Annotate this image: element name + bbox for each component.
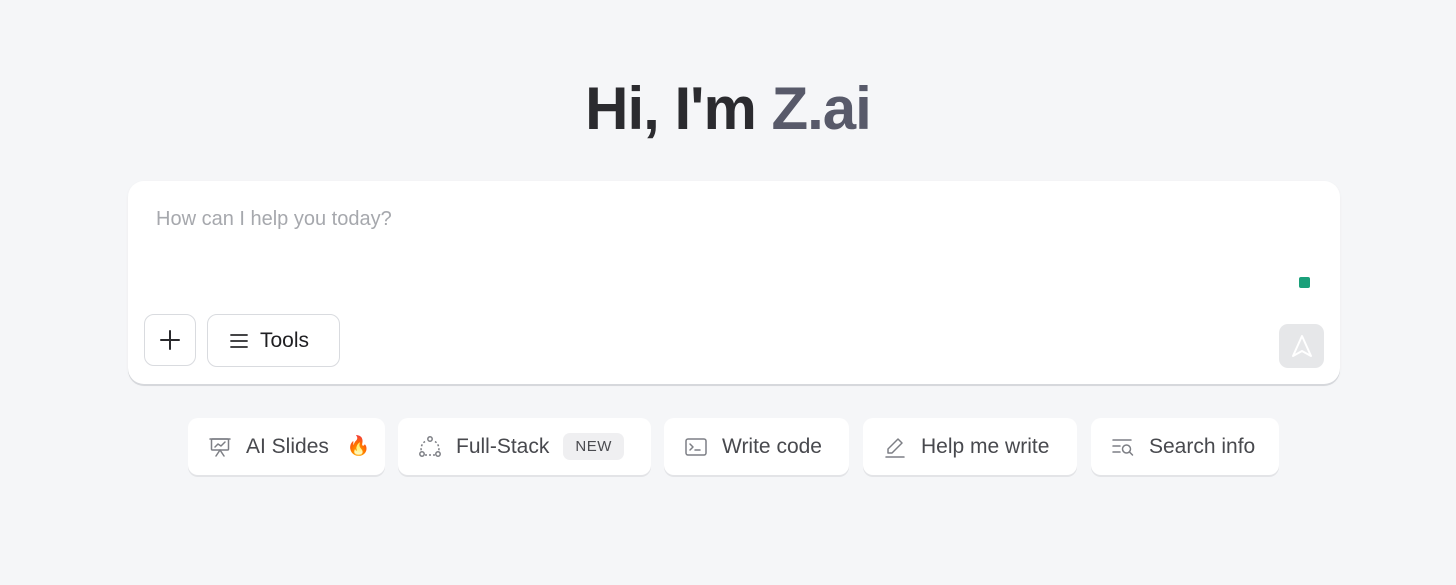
chip-ai-slides[interactable]: AI Slides 🔥 — [188, 418, 385, 475]
presentation-icon — [208, 435, 232, 459]
new-badge: NEW — [563, 433, 624, 460]
attach-button[interactable] — [144, 314, 196, 366]
chip-full-stack[interactable]: Full-Stack NEW — [398, 418, 651, 475]
menu-icon — [230, 333, 248, 349]
search-list-icon — [1111, 435, 1135, 459]
fire-icon: 🔥 — [346, 436, 371, 457]
chip-search-info[interactable]: Search info — [1091, 418, 1279, 475]
page-title: Hi, I'm Z.ai — [0, 74, 1456, 144]
page: Hi, I'm Z.ai Tools — [0, 0, 1456, 585]
chip-label: Write code — [722, 434, 822, 458]
send-button[interactable] — [1279, 324, 1324, 368]
chat-composer: Tools — [128, 181, 1340, 384]
send-arrow-icon — [1291, 334, 1313, 358]
terminal-icon — [684, 435, 708, 459]
nodes-icon — [418, 435, 442, 459]
plus-icon — [159, 329, 181, 351]
chip-label: Full-Stack — [456, 434, 550, 458]
greeting-text: Hi, I'm — [585, 75, 772, 142]
chip-label: AI Slides — [246, 434, 329, 458]
chip-help-me-write[interactable]: Help me write — [863, 418, 1077, 475]
chip-label: Search info — [1149, 434, 1256, 458]
prompt-input[interactable] — [156, 199, 1306, 239]
chip-label: Help me write — [921, 434, 1050, 458]
suggestion-chips: AI Slides 🔥 Full-Stack NEW Write code He… — [0, 418, 1456, 476]
status-indicator — [1299, 277, 1310, 288]
tools-button[interactable]: Tools — [207, 314, 340, 367]
chip-write-code[interactable]: Write code — [664, 418, 849, 475]
brand-name: Z.ai — [771, 75, 871, 142]
tools-label: Tools — [260, 328, 310, 352]
pencil-icon — [883, 435, 907, 459]
